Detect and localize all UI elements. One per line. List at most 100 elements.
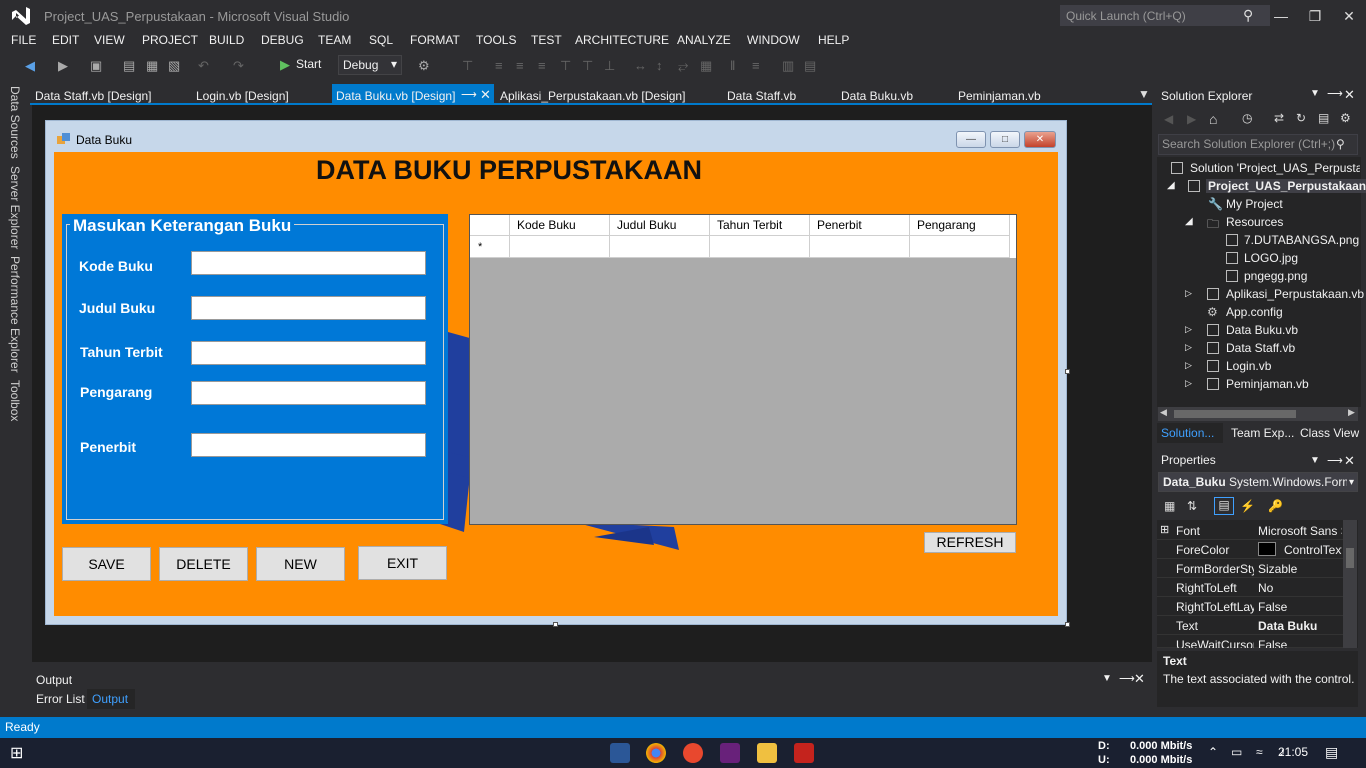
penerbit-input[interactable]	[191, 433, 426, 457]
events-icon[interactable]: ⚡	[1240, 499, 1255, 513]
collapsed-arrow-icon[interactable]: ▷	[1185, 378, 1192, 389]
property-pages-icon[interactable]: 🔑	[1268, 499, 1283, 513]
grid-cell[interactable]	[810, 236, 910, 258]
quick-launch-input[interactable]: Quick Launch (Ctrl+Q)	[1060, 5, 1270, 26]
auto-hide-pin-icon[interactable]: ⟶	[1327, 87, 1343, 100]
scrollbar-thumb[interactable]	[1174, 410, 1296, 418]
performance-explorer-tab[interactable]: Performance Explorer	[8, 256, 22, 373]
menu-help[interactable]: HELP	[818, 33, 849, 47]
restore-window-button[interactable]: ❐	[1300, 4, 1330, 28]
open-file-icon[interactable]: ▤	[123, 58, 135, 74]
form-maximize-button[interactable]: □	[990, 131, 1020, 148]
scroll-right-icon[interactable]: ▶	[1348, 407, 1355, 418]
resize-handle-corner[interactable]	[1065, 622, 1070, 627]
pengarang-input[interactable]	[191, 381, 426, 405]
categorized-icon[interactable]: ▦	[1164, 499, 1175, 513]
solution-search-input[interactable]: Search Solution Explorer (Ctrl+;)	[1158, 134, 1358, 155]
judul-buku-input[interactable]	[191, 296, 426, 320]
auto-hide-pin-icon[interactable]: ⟶	[1119, 672, 1135, 685]
property-grid-scrollbar[interactable]	[1343, 520, 1357, 648]
align-centers-icon[interactable]: ≡	[516, 58, 524, 73]
align-bottoms-icon[interactable]: ⊥	[604, 58, 615, 74]
start-icon[interactable]: ▶	[280, 57, 290, 73]
scroll-left-icon[interactable]: ◀	[1160, 407, 1167, 418]
alphabetical-icon[interactable]: ⇅	[1187, 499, 1197, 513]
wifi-icon[interactable]: ≈	[1256, 745, 1263, 759]
tree-item-file[interactable]: 7.DUTABANGSA.png	[1244, 233, 1359, 247]
tahun-terbit-input[interactable]	[191, 341, 426, 365]
bring-to-front-icon[interactable]: ▥	[782, 58, 794, 74]
tab-solution-explorer[interactable]: Solution...	[1161, 426, 1214, 440]
refresh-icon[interactable]: ↻	[1296, 111, 1306, 125]
word-icon[interactable]	[610, 743, 630, 763]
panel-menu-icon[interactable]: ▼	[1102, 673, 1112, 684]
save-button[interactable]: SAVE	[62, 547, 151, 581]
tab-peminjaman-code[interactable]: Peminjaman.vb	[958, 89, 1041, 103]
tab-data-staff-design[interactable]: Data Staff.vb [Design]	[35, 89, 152, 103]
form-minimize-button[interactable]: —	[956, 131, 986, 148]
search-icon[interactable]: ⚲	[1336, 137, 1345, 151]
tree-item-file[interactable]: Data Staff.vb	[1226, 341, 1295, 355]
collapsed-arrow-icon[interactable]: ▷	[1185, 342, 1192, 353]
menu-team[interactable]: TEAM	[318, 33, 351, 47]
grid-cell[interactable]	[910, 236, 1010, 258]
grid-cell[interactable]	[710, 236, 810, 258]
tree-item-solution[interactable]: Solution 'Project_UAS_Perpustakaan'	[1190, 161, 1360, 175]
expanded-arrow-icon[interactable]: ◢	[1167, 180, 1175, 191]
tab-data-buku-code[interactable]: Data Buku.vb	[841, 89, 913, 103]
menu-project[interactable]: PROJECT	[142, 33, 198, 47]
menu-build[interactable]: BUILD	[209, 33, 244, 47]
form-close-button[interactable]: ✕	[1024, 131, 1056, 148]
books-data-grid[interactable]	[469, 214, 1017, 525]
tree-item-project[interactable]: Project_UAS_Perpustakaan	[1206, 179, 1366, 193]
collapse-all-icon[interactable]: ▤	[1318, 111, 1329, 125]
menu-file[interactable]: FILE	[11, 33, 36, 47]
grid-cell[interactable]	[510, 236, 610, 258]
chevron-up-icon[interactable]: ⌃	[1208, 745, 1218, 759]
search-icon[interactable]: ⚲	[1243, 7, 1259, 23]
menu-window[interactable]: WINDOW	[747, 33, 800, 47]
visual-studio-taskbar-icon[interactable]	[720, 743, 740, 763]
file-explorer-icon[interactable]	[757, 743, 777, 763]
expanded-arrow-icon[interactable]: ◢	[1185, 216, 1193, 227]
align-rights-icon[interactable]: ≡	[538, 58, 546, 73]
grid-column-header[interactable]: Penerbit	[810, 215, 910, 236]
panel-menu-icon[interactable]: ▼	[1310, 88, 1320, 99]
send-to-back-icon[interactable]: ▤	[804, 58, 816, 74]
close-window-button[interactable]: ✕	[1334, 4, 1364, 28]
grid-column-header[interactable]: Kode Buku	[510, 215, 610, 236]
home-icon[interactable]: ⌂	[1209, 111, 1217, 127]
notifications-icon[interactable]: ▤	[1325, 744, 1338, 761]
align-icon[interactable]: ⊤	[462, 58, 473, 74]
save-all-icon[interactable]: ▧	[168, 58, 180, 74]
menu-debug[interactable]: DEBUG	[261, 33, 304, 47]
menu-test[interactable]: TEST	[531, 33, 562, 47]
delete-button[interactable]: DELETE	[159, 547, 248, 581]
pending-changes-icon[interactable]: ◷	[1242, 111, 1252, 125]
battery-icon[interactable]: ▭	[1231, 745, 1242, 759]
tree-item-file[interactable]: App.config	[1226, 305, 1283, 319]
align-tops-icon[interactable]: ⊤	[560, 58, 571, 74]
resize-handle-right[interactable]	[1065, 369, 1070, 374]
pin-icon[interactable]: ⟶	[461, 88, 477, 101]
tab-login-design[interactable]: Login.vb [Design]	[196, 89, 289, 103]
windows-start-icon[interactable]: ⊞	[10, 743, 23, 763]
data-sources-tab[interactable]: Data Sources	[8, 86, 22, 159]
start-button[interactable]: Start	[296, 57, 321, 71]
panel-menu-icon[interactable]: ▼	[1310, 455, 1320, 466]
menu-architecture[interactable]: ARCHITECTURE	[575, 33, 669, 47]
horizontal-spacing-icon[interactable]: ‖	[730, 58, 735, 73]
navigate-forward-icon[interactable]: ▶	[58, 58, 68, 74]
tab-class-view[interactable]: Class View	[1300, 426, 1359, 440]
tab-data-staff-code[interactable]: Data Staff.vb	[727, 89, 796, 103]
tree-item-resources[interactable]: Resources	[1226, 215, 1283, 229]
tree-item-file[interactable]: Peminjaman.vb	[1226, 377, 1309, 391]
menu-edit[interactable]: EDIT	[52, 33, 79, 47]
tree-item-file[interactable]: LOGO.jpg	[1244, 251, 1298, 265]
app-icon[interactable]	[683, 743, 703, 763]
collapsed-arrow-icon[interactable]: ▷	[1185, 360, 1192, 371]
tab-overflow-icon[interactable]: ▼	[1138, 87, 1150, 101]
tab-error-list[interactable]: Error List	[36, 692, 85, 706]
undo-icon[interactable]: ↶	[198, 58, 209, 74]
make-same-size-icon[interactable]: ⥂	[678, 58, 688, 74]
